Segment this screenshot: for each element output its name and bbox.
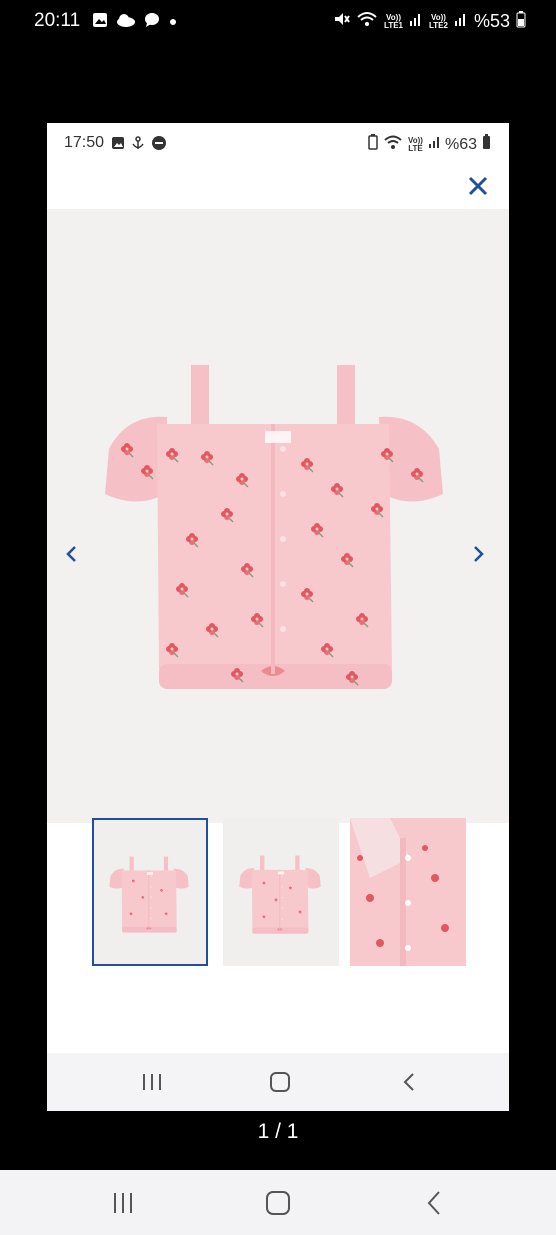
thumbnail-3[interactable]	[350, 818, 466, 966]
inner-navigation-bar	[47, 1053, 509, 1111]
inner-status-bar: 17:50 Vo)) LTE %63	[47, 123, 509, 163]
thumbnail-strip	[47, 818, 509, 968]
home-icon	[270, 1072, 290, 1092]
inner-screen: 17:50 Vo)) LTE %63	[47, 123, 509, 1111]
thumbnail-1[interactable]	[92, 818, 208, 966]
home-icon	[266, 1191, 290, 1215]
battery-percent: %63	[444, 135, 477, 153]
mute-icon	[332, 10, 350, 33]
battery-icon	[482, 134, 491, 155]
outer-navigation-bar	[0, 1170, 556, 1235]
close-button[interactable]	[465, 173, 491, 199]
lte1-label: Vo)) LTE1	[384, 12, 403, 30]
signal-icon	[409, 11, 423, 32]
signal-icon	[428, 135, 440, 154]
battery-icon	[516, 10, 526, 33]
chat-icon	[144, 12, 160, 33]
do-not-disturb-icon	[151, 135, 167, 156]
anchor-icon	[131, 136, 145, 155]
wifi-icon	[383, 134, 403, 155]
home-button[interactable]	[265, 1069, 295, 1095]
gallery-icon	[92, 12, 108, 33]
close-icon	[468, 176, 488, 196]
inner-clock: 17:50	[64, 134, 105, 151]
product-image	[105, 365, 443, 689]
back-icon	[427, 1191, 440, 1215]
battery-percent: %53	[473, 11, 510, 31]
product-image-viewer[interactable]	[47, 209, 509, 823]
battery-saver-icon	[368, 134, 378, 155]
lte2-label: Vo)) LTE2	[429, 12, 448, 30]
image-counter: 1 / 1	[257, 1120, 299, 1143]
back-button[interactable]	[420, 1190, 450, 1216]
dot-icon	[168, 14, 178, 32]
outer-status-bar: 20:11 Vo)) LTE1 Vo)) LTE2 %53	[0, 0, 556, 44]
signal-icon	[454, 11, 468, 32]
chevron-left-icon	[66, 546, 76, 562]
gallery-icon	[111, 136, 125, 155]
back-button[interactable]	[395, 1069, 425, 1095]
back-icon	[403, 1073, 414, 1091]
chevron-right-icon	[474, 546, 484, 562]
previous-image-button[interactable]	[61, 539, 81, 569]
home-button[interactable]	[263, 1190, 293, 1216]
recent-apps-icon	[114, 1193, 132, 1213]
recent-apps-button[interactable]	[108, 1190, 138, 1216]
recent-apps-icon	[143, 1074, 161, 1090]
wifi-icon	[356, 10, 378, 33]
cloud-icon	[116, 13, 136, 32]
recent-apps-button[interactable]	[137, 1069, 167, 1095]
outer-clock: 20:11	[34, 10, 81, 31]
thumbnail-2[interactable]	[223, 818, 339, 966]
lte-label: Vo)) LTE	[408, 135, 423, 153]
next-image-button[interactable]	[469, 539, 489, 569]
